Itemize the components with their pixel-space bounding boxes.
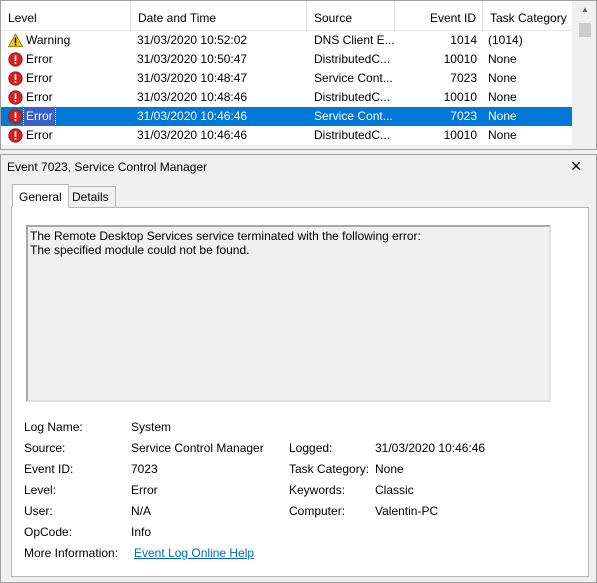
row-task-category: None [488,90,517,104]
row-level: Error [26,128,53,142]
row-date-time: 31/03/2020 10:52:02 [137,33,248,47]
column-header-event-id[interactable]: Event ID [395,1,483,31]
tab-details[interactable]: Details [65,186,116,208]
row-date-time: 31/03/2020 10:46:46 [137,109,248,123]
logged-value: 31/03/2020 10:46:46 [375,441,486,455]
user-label: User: [24,504,53,518]
row-level: Error [26,90,53,104]
event-rows: Warning 31/03/2020 10:52:02 DNS Client E..… [1,31,573,145]
level-label: Level: [24,483,57,497]
list-header: Level Date and Time Source Event ID Task… [1,1,573,31]
description-line: The specified module could not be found. [30,243,250,257]
error-icon [8,71,23,86]
row-event-id: 10010 [443,90,477,104]
error-icon [8,109,23,124]
row-event-id: 7023 [450,71,477,85]
source-value: Service Control Manager [131,441,264,455]
row-source: Service Cont... [314,109,393,123]
column-header-source[interactable]: Source [307,1,395,31]
computer-value: Valentin-PC [375,504,439,518]
event-properties: Log Name: System Source: Service Control… [24,419,584,569]
event-row[interactable]: Error 31/03/2020 10:46:46 DistributedC... 1… [1,126,573,145]
task-category-label: Task Category: [289,462,370,476]
event-row[interactable]: Error 31/03/2020 10:46:46 Service Cont... 7… [1,106,573,127]
event-description[interactable]: The Remote Desktop Services service term… [26,225,551,402]
row-event-id: 7023 [450,109,477,123]
warning-icon [8,33,23,47]
logged-label: Logged: [289,441,333,455]
event-row[interactable]: Warning 31/03/2020 10:52:02 DNS Client E..… [1,31,573,50]
event-detail-pane: Event 7023, Service Control Manager ✕ Ge… [0,154,597,583]
column-header-level[interactable]: Level [1,1,131,31]
row-source: DistributedC... [314,52,391,66]
detail-title: Event 7023, Service Control Manager [7,160,208,174]
row-source: DistributedC... [314,90,391,104]
opcode-value: Info [131,525,152,539]
row-event-id: 10010 [443,128,477,142]
row-source: Service Cont... [314,71,393,85]
row-event-id: 10010 [443,52,477,66]
opcode-label: OpCode: [24,525,73,539]
log-name-label: Log Name: [24,420,83,434]
tab-general[interactable]: General [12,184,69,208]
source-label: Source: [24,441,66,455]
user-value: N/A [131,504,152,518]
row-task-category: None [488,52,517,66]
error-icon [8,128,23,143]
row-level: Warning [26,33,71,47]
row-task-category: None [488,128,517,142]
more-information-label: More Information: [24,546,119,560]
column-header-task-category[interactable]: Task Category [483,1,573,31]
row-source: DNS Client E... [314,33,394,47]
close-button[interactable]: ✕ [570,158,582,174]
vertical-scrollbar[interactable]: ▲ [572,1,596,149]
event-id-label: Event ID: [24,462,74,476]
row-event-id: 1014 [450,33,477,47]
row-date-time: 31/03/2020 10:48:47 [137,71,248,85]
event-row[interactable]: Error 31/03/2020 10:48:46 DistributedC... 1… [1,88,573,107]
event-id-value: 7023 [131,462,158,476]
row-level: Error [23,106,56,127]
row-date-time: 31/03/2020 10:46:46 [137,128,248,142]
row-task-category: None [488,71,517,85]
keywords-value: Classic [375,483,414,497]
computer-label: Computer: [289,504,346,518]
row-date-time: 31/03/2020 10:48:46 [137,90,248,104]
event-log-online-help-link[interactable]: Event Log Online Help [134,545,254,561]
error-icon [8,90,23,105]
row-level: Error [26,71,53,85]
row-level: Error [26,52,53,66]
row-date-time: 31/03/2020 10:50:47 [137,52,248,66]
scrollbar-thumb[interactable] [579,23,591,37]
event-row[interactable]: Error 31/03/2020 10:50:47 DistributedC... 1… [1,50,573,69]
keywords-label: Keywords: [289,483,346,497]
horizontal-scrollbar[interactable] [1,145,573,149]
general-tab-panel: The Remote Desktop Services service term… [11,207,589,577]
column-header-date[interactable]: Date and Time [131,1,307,31]
row-task-category: None [488,109,517,123]
log-name-value: System [131,420,172,434]
event-list-pane: Level Date and Time Source Event ID Task… [0,0,597,150]
description-line: The Remote Desktop Services service term… [30,229,421,243]
event-row[interactable]: Error 31/03/2020 10:48:47 Service Cont... 7… [1,69,573,88]
level-value: Error [131,483,158,497]
task-category-value: None [375,462,404,476]
row-task-category: (1014) [488,33,523,47]
row-source: DistributedC... [314,128,391,142]
error-icon [8,52,23,67]
scroll-up-icon[interactable]: ▲ [573,1,596,18]
